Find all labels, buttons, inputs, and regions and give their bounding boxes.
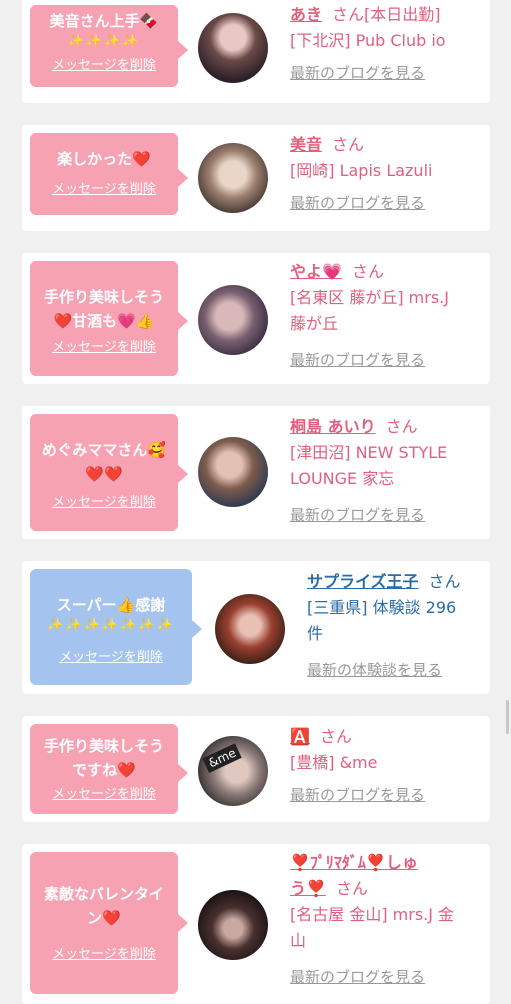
message-bubble: 楽しかった❤️ メッセージを削除 [30, 133, 188, 215]
latest-blog-link[interactable]: 最新のブログを見る [290, 502, 480, 528]
scrollbar[interactable] [506, 700, 509, 734]
message-card: 手作り美味しそう ですね❤️ メッセージを削除 &me 🅰️ さん [豊橋] &m… [22, 716, 490, 822]
avatar-label: &me [202, 743, 243, 773]
message-card: 手作り美味しそう ❤️甘酒も💗👍 メッセージを削除 やよ💗 さん [名東区 藤が丘… [22, 253, 490, 384]
latest-blog-link[interactable]: 最新のブログを見る [290, 60, 480, 86]
shop-label-line2: LOUNGE 家忘 [290, 469, 395, 488]
message-bubble: 手作り美味しそう ❤️甘酒も💗👍 メッセージを削除 [30, 261, 188, 376]
honorific: さん [335, 879, 368, 898]
message-text: 素敵なバレンタイ [43, 885, 164, 903]
shop-label-line2: 藤が丘 [290, 314, 339, 333]
message-text-line2: ✨✨✨✨✨✨✨ [47, 618, 175, 633]
message-card: めぐみママさん🥰 ❤️❤️ メッセージを削除 桐島 あいり さん [津田沼] NE… [22, 406, 490, 539]
shop-label: [豊橋] &me [290, 753, 378, 772]
avatar[interactable] [198, 13, 268, 83]
honorific: さん [332, 135, 365, 154]
message-text: 手作り美味しそう [43, 737, 164, 755]
delete-message-link[interactable]: メッセージを削除 [36, 339, 172, 357]
message-bubble: スーパー👍感謝 ✨✨✨✨✨✨✨ メッセージを削除 [30, 569, 202, 685]
avatar[interactable] [198, 437, 268, 507]
user-name-link[interactable]: やよ💗 [290, 262, 342, 281]
message-text: 手作り美味しそう [43, 288, 164, 306]
message-bubble: 手作り美味しそう ですね❤️ メッセージを削除 [30, 724, 188, 814]
shop-label: [名東区 藤が丘] mrs.J [290, 288, 449, 307]
delete-message-link[interactable]: メッセージを削除 [36, 649, 186, 667]
message-text-line2: ❤️❤️ [85, 465, 123, 483]
user-info: ❣️ﾌﾟﾘﾏﾀﾞﾑ❣️しゅ う❣️ さん [名古屋 金山] mrs.J 金 山 最… [290, 850, 480, 990]
message-text-line2: ン❤️ [87, 909, 121, 927]
user-info: 🅰️ さん [豊橋] &me 最新のブログを見る [290, 724, 480, 808]
user-name-link[interactable]: 🅰️ [290, 727, 310, 746]
message-text: めぐみママさん🥰 [41, 441, 167, 459]
message-text: スーパー👍感謝 [56, 596, 166, 614]
latest-blog-link[interactable]: 最新のブログを見る [290, 782, 480, 808]
shop-label: [名古屋 金山] mrs.J 金 [290, 905, 455, 924]
message-card: 美音さん上手🍫 ✨✨✨✨ メッセージを削除 あき さん[本日出勤] [下北沢] P… [22, 0, 490, 103]
avatar[interactable] [198, 143, 268, 213]
user-name-link[interactable]: あき [290, 5, 322, 24]
message-text-line2: ですね❤️ [72, 761, 136, 779]
shop-label: [岡崎] Lapis Lazuli [290, 161, 433, 180]
user-name-link[interactable]: 美音 [290, 135, 322, 154]
shop-label-line2: 件 [307, 624, 324, 643]
message-card: 楽しかった❤️ メッセージを削除 美音 さん [岡崎] Lapis Lazuli … [22, 125, 490, 231]
user-name-link-line2[interactable]: う❣️ [290, 879, 326, 898]
message-text: 楽しかった❤️ [57, 150, 151, 168]
avatar[interactable] [198, 890, 268, 960]
avatar[interactable]: &me [198, 736, 268, 806]
avatar[interactable] [198, 285, 268, 355]
shop-label: [三重県] 体験談 296 [307, 598, 457, 617]
delete-message-link[interactable]: メッセージを削除 [36, 494, 172, 512]
honorific: さん [351, 262, 384, 281]
user-name-link[interactable]: ❣️ﾌﾟﾘﾏﾀﾞﾑ❣️しゅ [290, 853, 418, 872]
user-info: やよ💗 さん [名東区 藤が丘] mrs.J 藤が丘 最新のブログを見る [290, 259, 480, 373]
avatar[interactable] [215, 594, 285, 664]
delete-message-link[interactable]: メッセージを削除 [36, 57, 172, 75]
user-name-link[interactable]: サプライズ王子 [307, 572, 419, 591]
latest-blog-link[interactable]: 最新のブログを見る [290, 190, 480, 216]
honorific: さん[本日出勤] [332, 5, 441, 24]
delete-message-link[interactable]: メッセージを削除 [36, 946, 172, 964]
user-info: 桐島 あいり さん [津田沼] NEW STYLE LOUNGE 家忘 最新のブロ… [290, 414, 480, 528]
delete-message-link[interactable]: メッセージを削除 [36, 786, 172, 804]
shop-label: [下北沢] Pub Club io [290, 31, 446, 50]
delete-message-link[interactable]: メッセージを削除 [36, 181, 172, 199]
user-name-link[interactable]: 桐島 あいり [290, 417, 376, 436]
message-bubble: 美音さん上手🍫 ✨✨✨✨ メッセージを削除 [30, 5, 188, 87]
latest-blog-link[interactable]: 最新のブログを見る [290, 347, 480, 373]
message-bubble: 素敵なバレンタイ ン❤️ メッセージを削除 [30, 852, 188, 994]
shop-label: [津田沼] NEW STYLE [290, 443, 448, 462]
shop-label-line2: 山 [290, 931, 307, 950]
message-text: 美音さん上手🍫 [49, 12, 159, 30]
honorific: さん [428, 572, 461, 591]
latest-review-link[interactable]: 最新の体験談を見る [307, 657, 480, 683]
user-info: サプライズ王子 さん [三重県] 体験談 296 件 最新の体験談を見る [307, 569, 480, 683]
message-card: 素敵なバレンタイ ン❤️ メッセージを削除 ❣️ﾌﾟﾘﾏﾀﾞﾑ❣️しゅ う❣️ さ… [22, 844, 490, 1004]
message-text-line2: ✨✨✨✨ [67, 34, 141, 49]
user-info: 美音 さん [岡崎] Lapis Lazuli 最新のブログを見る [290, 132, 480, 216]
honorific: さん [319, 727, 352, 746]
message-bubble: めぐみママさん🥰 ❤️❤️ メッセージを削除 [30, 414, 188, 531]
message-text-line2: ❤️甘酒も💗👍 [53, 312, 155, 330]
honorific: さん [385, 417, 418, 436]
user-info: あき さん[本日出勤] [下北沢] Pub Club io 最新のブログを見る [290, 2, 480, 86]
message-card: スーパー👍感謝 ✨✨✨✨✨✨✨ メッセージを削除 サプライズ王子 さん [三重県]… [22, 561, 490, 694]
latest-blog-link[interactable]: 最新のブログを見る [290, 964, 480, 990]
